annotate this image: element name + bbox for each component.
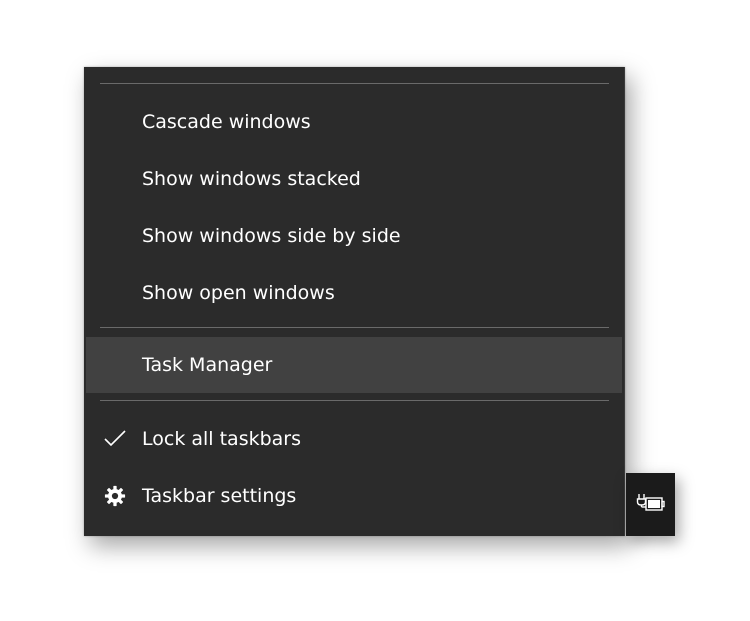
menu-item-show-open-windows[interactable]: Show open windows	[86, 265, 622, 321]
gear-icon	[102, 483, 128, 509]
menu-item-label: Lock all taskbars	[142, 428, 302, 450]
menu-item-show-windows-side-by-side[interactable]: Show windows side by side	[86, 208, 622, 264]
menu-item-label: Taskbar settings	[142, 485, 297, 507]
checkmark-icon	[102, 426, 128, 452]
menu-item-label: Show open windows	[142, 282, 335, 304]
menu-item-show-windows-stacked[interactable]: Show windows stacked	[86, 151, 622, 207]
menu-separator	[100, 83, 609, 84]
menu-item-label: Task Manager	[142, 354, 273, 376]
menu-item-lock-all-taskbars[interactable]: Lock all taskbars	[86, 411, 622, 467]
menu-item-cascade-windows[interactable]: Cascade windows	[86, 94, 622, 150]
menu-separator	[100, 400, 609, 401]
menu-item-task-manager[interactable]: Task Manager	[86, 337, 622, 393]
battery-charging-icon	[636, 492, 666, 518]
tray-battery-button[interactable]	[626, 473, 675, 536]
menu-item-label: Show windows stacked	[142, 168, 361, 190]
menu-item-label: Cascade windows	[142, 111, 311, 133]
menu-item-taskbar-settings[interactable]: Taskbar settings	[86, 468, 622, 524]
desktop-area: Cascade windows Show windows stacked Sho…	[0, 0, 750, 621]
menu-separator	[100, 327, 609, 328]
taskbar-context-menu: Cascade windows Show windows stacked Sho…	[84, 67, 625, 536]
menu-item-label: Show windows side by side	[142, 225, 401, 247]
